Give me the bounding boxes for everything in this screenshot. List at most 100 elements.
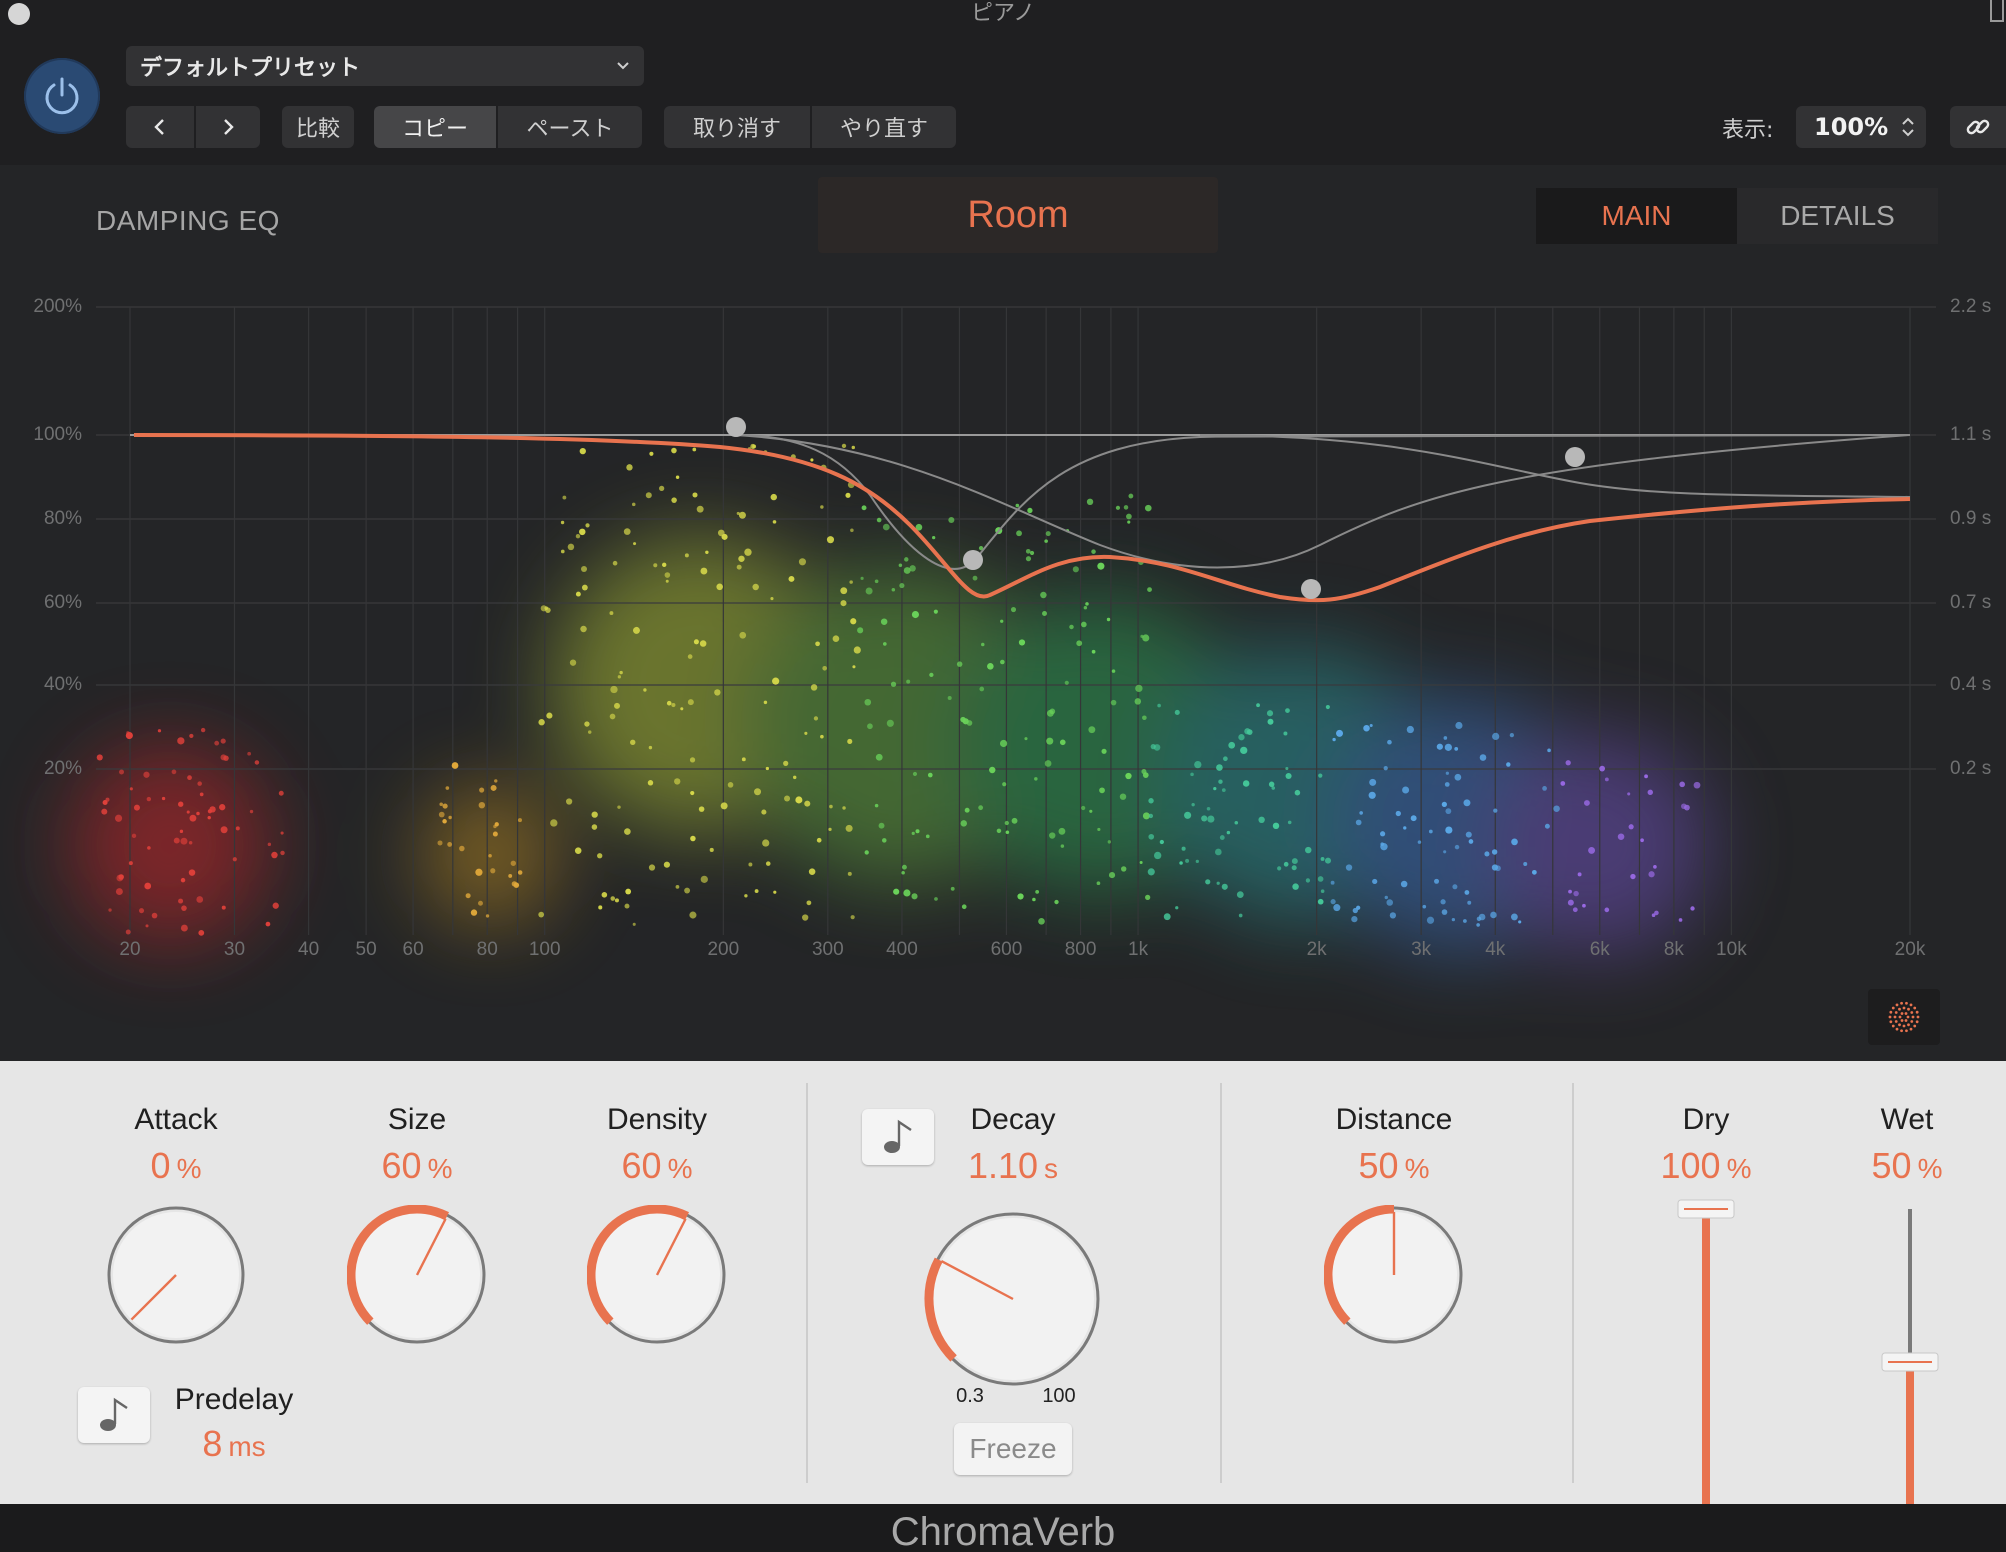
high-band-handle[interactable] xyxy=(1565,447,1585,467)
decay-knob[interactable] xyxy=(923,1209,1103,1389)
spectrum-particle xyxy=(773,890,777,894)
eq-graph[interactable] xyxy=(0,165,2006,1061)
paste-button[interactable]: ペースト xyxy=(498,106,642,148)
spectrum-particle xyxy=(932,535,936,540)
wet-fader[interactable] xyxy=(1880,1195,1940,1521)
power-button[interactable] xyxy=(24,58,100,134)
attack-label: Attack xyxy=(134,1103,218,1136)
spectrum-particle xyxy=(1518,920,1522,924)
spectrum-particle xyxy=(820,505,824,509)
spectrum-particle xyxy=(864,698,872,706)
copy-button[interactable]: コピー xyxy=(374,106,496,148)
low-band-handle[interactable] xyxy=(726,417,746,437)
spectrum-particle xyxy=(1271,786,1276,790)
predelay-sync-button[interactable] xyxy=(78,1387,150,1443)
spectrum-particle xyxy=(684,553,689,558)
high-mid-band-handle[interactable] xyxy=(1301,579,1321,599)
spectrum-particle xyxy=(798,558,807,566)
spectrum-particle xyxy=(911,831,915,835)
particle-dot xyxy=(1913,1024,1917,1028)
spectrum-particle xyxy=(151,912,158,919)
spectrum-particle xyxy=(1111,669,1116,673)
spectrum-particle xyxy=(653,563,658,568)
spectrum-particle xyxy=(1089,809,1093,813)
y-right-tick-label: 0.2 s xyxy=(1950,758,1992,779)
spectrum-particle xyxy=(911,893,918,900)
spectrum-particle xyxy=(1465,831,1472,838)
tab-main[interactable]: MAIN xyxy=(1536,188,1737,244)
spectrum-particle xyxy=(741,757,746,762)
density-knob[interactable] xyxy=(587,1205,727,1345)
x-tick-label: 10k xyxy=(1716,939,1747,960)
spectrum-particle xyxy=(1355,819,1362,826)
spectrum-particle xyxy=(597,853,603,859)
decay-sync-button[interactable] xyxy=(862,1109,934,1165)
spectrum-particle xyxy=(709,847,714,853)
spectrum-particle xyxy=(1025,556,1032,562)
spectrum-particle xyxy=(125,929,131,935)
freeze-button[interactable]: Freeze xyxy=(954,1423,1072,1475)
section-divider xyxy=(1220,1083,1222,1483)
spectrum-particle xyxy=(1153,851,1162,860)
spectrum-particle xyxy=(1604,907,1610,913)
attack-knob[interactable] xyxy=(106,1205,246,1345)
spectrum-particle xyxy=(1223,756,1228,762)
next-preset-button[interactable] xyxy=(196,106,260,148)
preset-menu[interactable]: デフォルトプリセット xyxy=(126,46,644,86)
spectrum-particle xyxy=(772,520,777,524)
spectrum-particle xyxy=(1523,862,1528,866)
room-type-selector[interactable]: Room xyxy=(818,177,1218,253)
spectrum-particle xyxy=(1097,562,1105,570)
spectrum-particle xyxy=(1640,838,1644,843)
spectrum-particle xyxy=(1054,899,1059,905)
dry-fader[interactable] xyxy=(1676,1195,1736,1521)
spectrum-particle xyxy=(1305,878,1311,883)
particle-dot xyxy=(1906,1015,1910,1019)
spectrum-particle xyxy=(179,829,184,834)
low-mid-band-handle[interactable] xyxy=(963,550,983,570)
spectrum-particle xyxy=(738,555,745,562)
spectrum-particle xyxy=(1081,805,1086,811)
spectrum-particle xyxy=(981,642,985,647)
window-resize-icon[interactable] xyxy=(1990,0,2004,22)
spectrum-particle xyxy=(1140,634,1144,638)
spectrum-particle xyxy=(901,864,907,870)
spectrum-particle xyxy=(761,809,767,815)
spectrum-particle xyxy=(1294,789,1301,796)
spectrum-particle xyxy=(144,882,152,890)
distance-knob[interactable] xyxy=(1324,1205,1464,1345)
tab-details[interactable]: DETAILS xyxy=(1737,188,1938,244)
undo-button[interactable]: 取り消す xyxy=(664,106,810,148)
distance-label: Distance xyxy=(1335,1103,1453,1136)
spectrum-particle xyxy=(609,611,614,616)
spectrum-particle xyxy=(687,654,693,659)
predelay-value[interactable]: 8 ms xyxy=(202,1423,265,1465)
redo-button[interactable]: やり直す xyxy=(812,106,956,148)
x-tick-label: 4k xyxy=(1485,939,1506,960)
spectrum-particle xyxy=(804,731,808,735)
spectrum-particle xyxy=(1126,513,1132,520)
spectrum-particle xyxy=(1567,899,1574,906)
spectrum-particle xyxy=(929,672,934,678)
spectrum-particle xyxy=(1069,624,1074,630)
spectrum-particle xyxy=(960,820,968,827)
particles-toggle-button[interactable] xyxy=(1868,989,1940,1045)
spectrum-particle xyxy=(1417,840,1422,844)
spectrum-particle xyxy=(538,719,545,726)
spectrum-particle xyxy=(147,846,151,850)
link-button[interactable] xyxy=(1950,106,2006,148)
spectrum-particle xyxy=(1125,772,1132,780)
spectrum-particle xyxy=(1147,868,1155,876)
spectrum-particle xyxy=(1000,659,1005,665)
spectrum-particle xyxy=(173,837,180,844)
section-divider xyxy=(806,1083,808,1483)
zoom-select[interactable]: 100% xyxy=(1796,106,1926,148)
spectrum-particle xyxy=(1565,760,1571,766)
spectrum-particle xyxy=(1038,918,1045,925)
size-knob[interactable] xyxy=(347,1205,487,1345)
previous-preset-button[interactable] xyxy=(126,106,194,148)
compare-button[interactable]: 比較 xyxy=(282,106,354,148)
spectrum-particle xyxy=(1599,765,1606,772)
spectrum-particle xyxy=(765,766,769,771)
spectrum-particle xyxy=(1060,844,1065,848)
